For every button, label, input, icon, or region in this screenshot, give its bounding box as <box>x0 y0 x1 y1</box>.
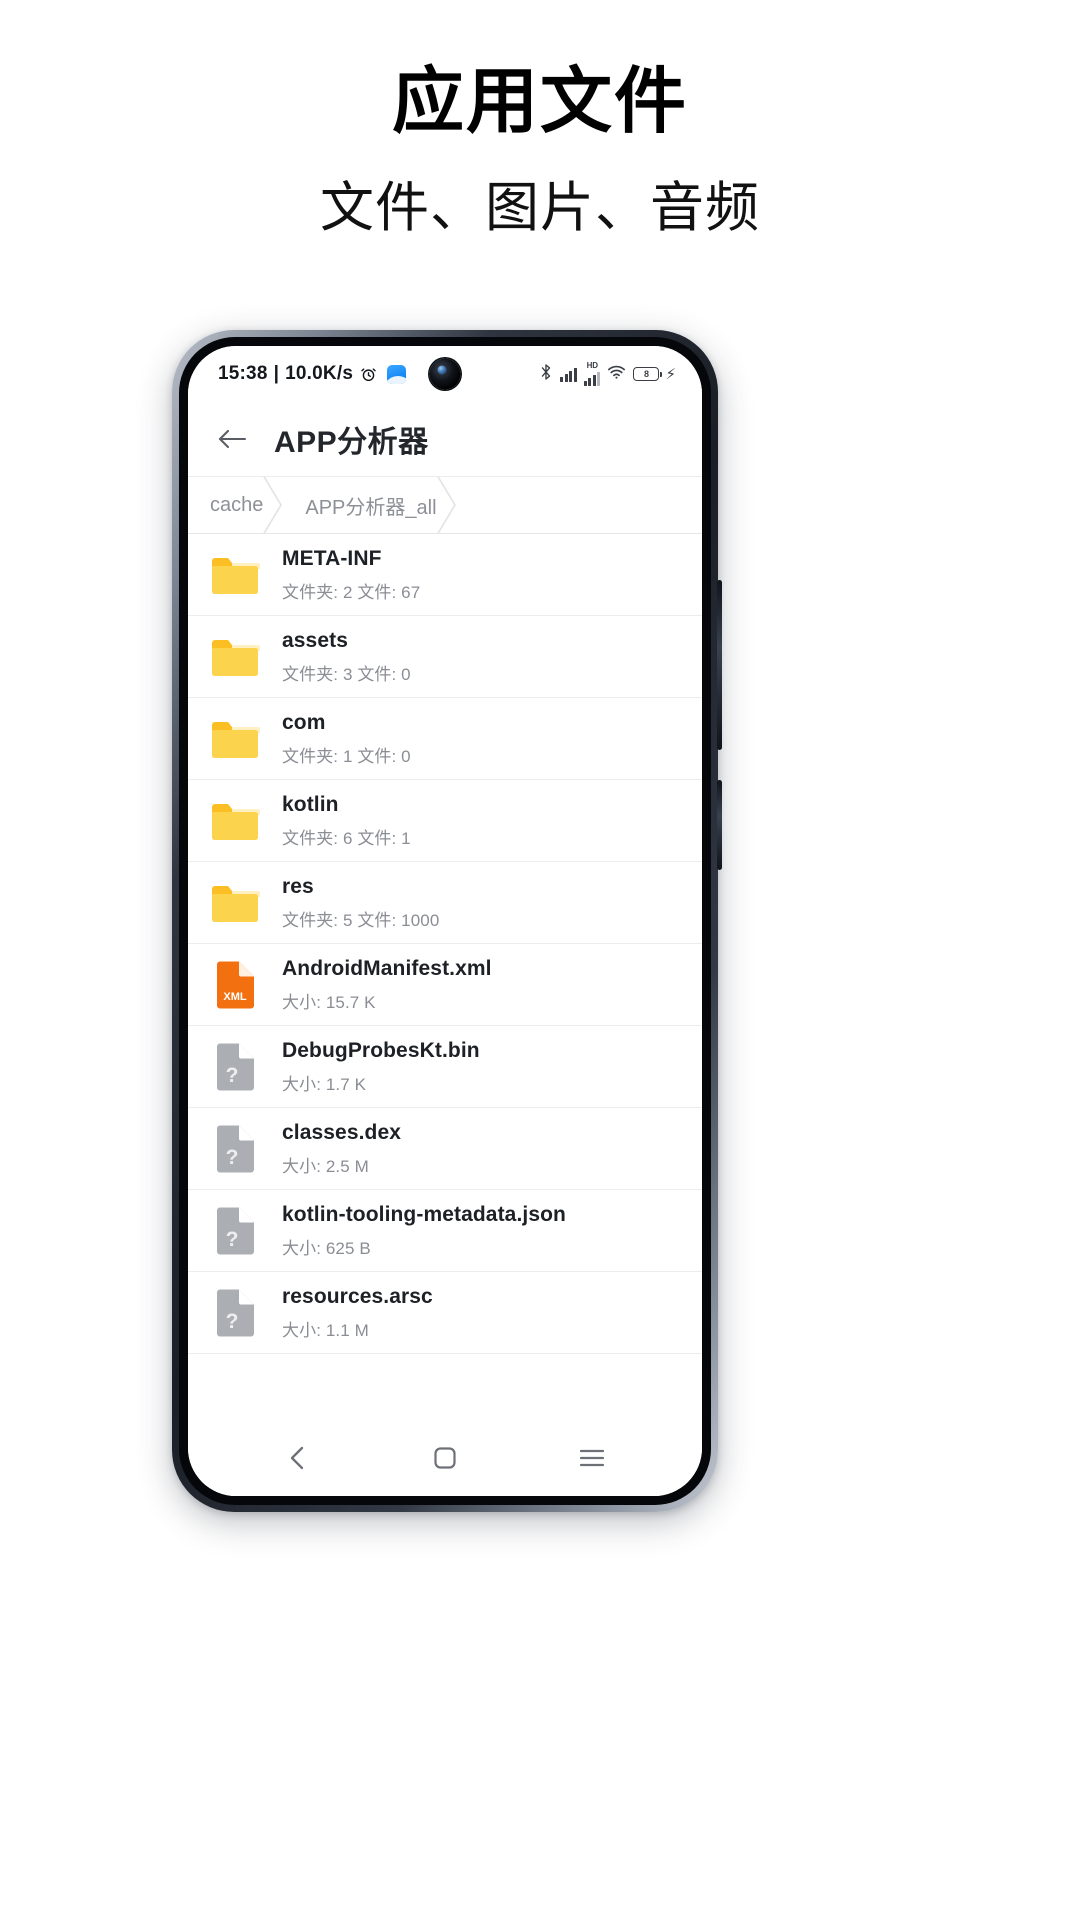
volume-button[interactable] <box>717 580 722 750</box>
table-row[interactable]: com 文件夹: 1 文件: 0 <box>188 698 702 780</box>
row-text: res 文件夹: 5 文件: 1000 <box>282 875 439 931</box>
file-name: META-INF <box>282 546 382 570</box>
unknown-file-icon: ? <box>210 1288 260 1338</box>
wifi-6-icon <box>607 364 626 385</box>
table-row[interactable]: res 文件夹: 5 文件: 1000 <box>188 862 702 944</box>
row-text: resources.arsc 大小: 1.1 M <box>282 1285 433 1341</box>
page-title: 应用文件 <box>391 59 688 143</box>
battery-icon: 8 <box>633 367 663 381</box>
folder-icon <box>210 878 260 928</box>
row-text: com 文件夹: 1 文件: 0 <box>282 711 411 767</box>
bluetooth-icon <box>539 363 553 386</box>
status-network-speed: 10.0K/s <box>285 363 354 384</box>
table-row[interactable]: XML AndroidManifest.xml 大小: 15.7 K <box>188 944 702 1026</box>
row-text: classes.dex 大小: 2.5 M <box>282 1121 401 1177</box>
file-name: AndroidManifest.xml <box>282 956 492 980</box>
signal-bars-icon <box>560 367 577 382</box>
row-text: META-INF 文件夹: 2 文件: 67 <box>282 547 420 603</box>
breadcrumb: cache APP分析器_all <box>188 476 702 534</box>
front-camera-punch-hole-icon <box>429 358 461 390</box>
file-name: com <box>282 710 326 734</box>
table-row[interactable]: assets 文件夹: 3 文件: 0 <box>188 616 702 698</box>
hd-volte-indicator: HD <box>583 361 601 386</box>
phone-bezel: 15:38 | 10.0K/s HD 8 ⚡ APP分析器 cache APP分… <box>179 337 711 1505</box>
nav-back-icon[interactable] <box>267 1432 329 1484</box>
unknown-file-icon: ? <box>210 1042 260 1092</box>
unknown-badge-label: ? <box>226 1064 239 1087</box>
nav-home-icon[interactable] <box>414 1432 476 1484</box>
battery-level-label: 8 <box>643 368 649 379</box>
row-text: kotlin-tooling-metadata.json 大小: 625 B <box>282 1203 566 1259</box>
system-navigation-bar <box>188 1420 702 1496</box>
table-row[interactable]: ? DebugProbesKt.bin 大小: 1.7 K <box>188 1026 702 1108</box>
breadcrumb-label: cache <box>210 493 264 516</box>
file-meta: 大小: 1.7 K <box>282 1074 367 1094</box>
file-meta: 大小: 625 B <box>282 1238 371 1258</box>
phone-mockup: 15:38 | 10.0K/s HD 8 ⚡ APP分析器 cache APP分… <box>172 330 722 1512</box>
page-subtitle: 文件、图片、音频 <box>320 176 760 239</box>
file-name: DebugProbesKt.bin <box>282 1038 480 1062</box>
file-name: assets <box>282 628 348 652</box>
folder-icon <box>210 714 260 764</box>
file-meta: 大小: 15.7 K <box>282 992 376 1012</box>
signal-bars-secondary-icon <box>583 371 601 386</box>
unknown-file-icon: ? <box>210 1206 260 1256</box>
status-time: 15:38 <box>218 363 268 384</box>
file-meta: 大小: 2.5 M <box>282 1156 369 1176</box>
file-meta: 文件夹: 6 文件: 1 <box>282 828 411 848</box>
row-text: assets 文件夹: 3 文件: 0 <box>282 629 411 685</box>
file-name: resources.arsc <box>282 1284 433 1308</box>
nav-menu-icon[interactable] <box>561 1432 623 1484</box>
table-row[interactable]: META-INF 文件夹: 2 文件: 67 <box>188 534 702 616</box>
status-bar-right: HD 8 ⚡ <box>539 362 676 386</box>
unknown-badge-label: ? <box>226 1228 239 1251</box>
row-text: DebugProbesKt.bin 大小: 1.7 K <box>282 1039 480 1095</box>
file-name: res <box>282 874 314 898</box>
app-toolbar: APP分析器 <box>188 402 702 476</box>
table-row[interactable]: ? resources.arsc 大小: 1.1 M <box>188 1272 702 1354</box>
phone-screen: 15:38 | 10.0K/s HD 8 ⚡ APP分析器 cache APP分… <box>188 346 702 1496</box>
folder-icon <box>210 550 260 600</box>
file-list[interactable]: META-INF 文件夹: 2 文件: 67 assets 文件夹: 3 文件:… <box>188 534 702 1420</box>
breadcrumb-item-app-analyzer-all[interactable]: APP分析器_all <box>273 477 456 533</box>
alarm-clock-icon <box>360 366 377 383</box>
unknown-badge-label: ? <box>226 1146 239 1169</box>
table-row[interactable]: kotlin 文件夹: 6 文件: 1 <box>188 780 702 862</box>
status-bar: 15:38 | 10.0K/s HD 8 ⚡ <box>188 346 702 402</box>
breadcrumb-item-cache[interactable]: cache <box>188 477 283 533</box>
power-button[interactable] <box>717 780 722 870</box>
table-row[interactable]: ? kotlin-tooling-metadata.json 大小: 625 B <box>188 1190 702 1272</box>
row-text: kotlin 文件夹: 6 文件: 1 <box>282 793 411 849</box>
file-meta: 文件夹: 5 文件: 1000 <box>282 910 440 930</box>
file-meta: 文件夹: 1 文件: 0 <box>282 746 411 766</box>
xml-file-icon: XML <box>210 960 260 1010</box>
row-text: AndroidManifest.xml 大小: 15.7 K <box>282 957 492 1013</box>
charging-bolt-icon: ⚡ <box>665 365 676 383</box>
file-meta: 大小: 1.1 M <box>282 1320 369 1340</box>
file-name: kotlin-tooling-metadata.json <box>282 1202 566 1226</box>
file-name: kotlin <box>282 792 339 816</box>
unknown-badge-label: ? <box>226 1310 239 1333</box>
file-name: classes.dex <box>282 1120 402 1144</box>
status-separator: | <box>273 363 280 384</box>
toolbar-title: APP分析器 <box>274 426 429 459</box>
weather-app-icon <box>387 364 407 384</box>
table-row[interactable]: ? classes.dex 大小: 2.5 M <box>188 1108 702 1190</box>
unknown-file-icon: ? <box>210 1124 260 1174</box>
xml-badge-label: XML <box>223 991 247 1003</box>
breadcrumb-label: APP分析器_all <box>305 496 437 519</box>
folder-icon <box>210 632 260 682</box>
file-meta: 文件夹: 3 文件: 0 <box>282 664 411 684</box>
file-meta: 文件夹: 2 文件: 67 <box>282 582 421 602</box>
folder-icon <box>210 796 260 846</box>
hd-label: HD <box>586 361 598 370</box>
status-bar-left: 15:38 | 10.0K/s <box>218 363 407 385</box>
back-arrow-icon[interactable] <box>212 419 252 459</box>
